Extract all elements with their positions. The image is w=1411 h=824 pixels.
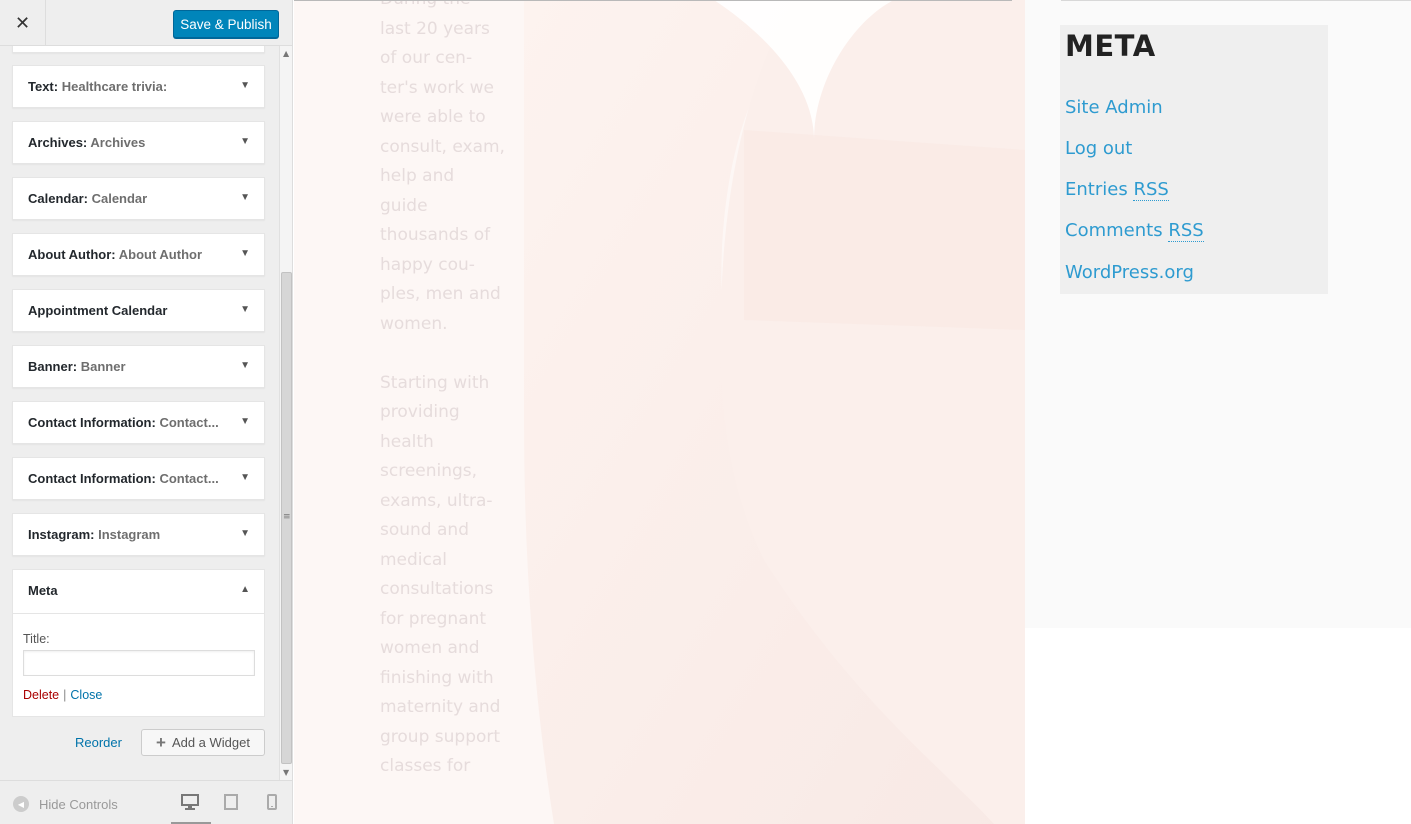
site-preview: During the last 20 years of our cen-ter'… [294,0,1411,824]
chevron-down-icon[interactable]: ▼ [240,248,250,259]
hide-controls-label: Hide Controls [39,796,118,812]
divider [1061,0,1411,1]
widget-instagram[interactable]: Instagram: Instagram ▼ [12,513,265,556]
widget-contact-information-2[interactable]: Contact Information: Contact... ▼ [12,457,265,500]
widgets-panel: Text: Healthcare trivia: ▼ Archives: Arc… [0,46,280,780]
chevron-down-icon[interactable]: ▼ [240,528,250,539]
chevron-down-icon[interactable]: ▼ [240,80,250,91]
hide-controls-icon: ◀ [13,796,29,812]
sidebar-scrollbar[interactable]: ▲ ≡ ▼ [279,46,292,780]
scrollbar-thumb[interactable]: ≡ [281,272,292,764]
customizer-sidebar: Text: Healthcare trivia: ▼ Archives: Arc… [0,0,293,824]
divider [294,0,1012,1]
widget-actions: Delete | Close [23,688,102,702]
chevron-down-icon[interactable]: ▼ [240,416,250,427]
grip-icon: ≡ [283,512,291,522]
chevron-down-icon[interactable]: ▼ [240,360,250,371]
widget-label: Archives: Archives [28,135,146,150]
widget-label: Text: Healthcare trivia: [28,79,168,94]
close-link[interactable]: Close [70,688,102,702]
widget-text-healthcare-trivia[interactable]: Text: Healthcare trivia: ▼ [12,65,265,108]
chevron-down-icon[interactable]: ▼ [240,472,250,483]
site-admin-link[interactable]: Site Admin [1065,97,1163,118]
meta-heading: META [1065,29,1156,63]
chevron-up-icon[interactable]: ▲ [240,584,250,595]
customizer-header: ✕ Save & Publish [0,0,292,46]
tablet-icon[interactable] [224,794,238,815]
hero-paragraph: Starting with providing health screening… [380,372,501,777]
widget-contact-information-1[interactable]: Contact Information: Contact... ▼ [12,401,265,444]
reorder-link[interactable]: Reorder [75,735,122,750]
rss-abbr: RSS [1133,179,1169,201]
hero-text: During the last 20 years of our cen-ter'… [380,0,505,811]
scroll-down-icon[interactable]: ▼ [283,768,289,777]
widget-meta-expanded: Meta ▲ Title: Delete | Close [12,569,265,717]
widget-appointment-calendar[interactable]: Appointment Calendar ▼ [12,289,265,332]
chevron-down-icon[interactable]: ▼ [240,136,250,147]
widget-label: Banner: Banner [28,359,126,374]
widget-meta-header[interactable]: Meta ▲ [13,570,264,614]
widget-label: Calendar: Calendar [28,191,148,206]
wordpress-org-link[interactable]: WordPress.org [1065,262,1194,283]
plus-icon: + [156,733,166,752]
add-widget-label: Add a Widget [171,735,250,750]
widget-label: Appointment Calendar [28,303,168,318]
save-publish-button[interactable]: Save & Publish [173,10,279,38]
title-field-label: Title: [23,632,50,646]
rss-abbr: RSS [1168,220,1204,242]
hero-image: During the last 20 years of our cen-ter'… [294,0,1025,824]
log-out-link[interactable]: Log out [1065,138,1132,159]
hero-paragraph: During the last 20 years of our cen-ter'… [380,0,505,334]
widget-label: Contact Information: Contact... [28,415,219,430]
add-widget-button[interactable]: + Add a Widget [141,729,265,756]
scroll-up-icon[interactable]: ▲ [283,49,289,58]
widget-label: Meta [28,583,58,598]
widget-banner[interactable]: Banner: Banner ▼ [12,345,265,388]
delete-link[interactable]: Delete [23,688,59,702]
widget-archives[interactable]: Archives: Archives ▼ [12,121,265,164]
meta-widget-box: META Site Admin Log out Entries RSS Comm… [1060,25,1328,294]
entries-rss-link[interactable]: Entries RSS [1065,179,1169,201]
close-icon[interactable]: ✕ [0,0,46,46]
desktop-icon[interactable] [181,794,199,815]
customizer-footer: ◀ Hide Controls [0,780,292,824]
widget-partial[interactable] [12,46,265,53]
chevron-down-icon[interactable]: ▼ [240,192,250,203]
comments-rss-link[interactable]: Comments RSS [1065,220,1204,242]
hide-controls-button[interactable]: ◀ Hide Controls [13,796,118,812]
widget-label: About Author: About Author [28,247,203,262]
widget-about-author[interactable]: About Author: About Author ▼ [12,233,265,276]
mobile-icon[interactable] [267,794,277,815]
widget-label: Contact Information: Contact... [28,471,219,486]
widget-calendar[interactable]: Calendar: Calendar ▼ [12,177,265,220]
title-field[interactable] [23,650,255,676]
chevron-down-icon[interactable]: ▼ [240,304,250,315]
widget-label: Instagram: Instagram [28,527,161,542]
action-separator: | [63,688,67,702]
